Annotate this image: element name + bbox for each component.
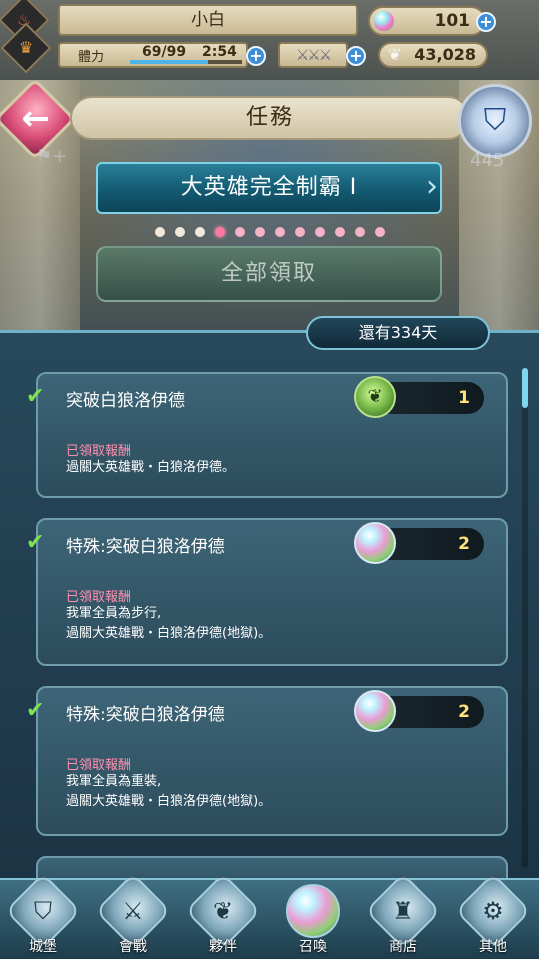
feather-counter: ❦ 43,028 (378, 42, 488, 68)
quest-card[interactable]: ✔ 特殊:突破白狼洛伊德 2 已領取報酬 我軍全員為步行, 過關大英雄戰・白狼洛… (26, 518, 508, 666)
page-dot[interactable] (314, 227, 325, 237)
page-dot[interactable] (214, 227, 225, 237)
quest-title: 特殊:突破白狼洛伊德 (66, 705, 225, 725)
quest-title: 突破白狼洛伊德 (66, 391, 185, 411)
page-title: 任務 (70, 96, 470, 140)
order-of-heroes-crest-icon: ⛉ (458, 84, 532, 158)
hero-badge-icon: ❦ (354, 376, 396, 418)
dueling-swords-icon: ⚔⚔⚔ (295, 46, 332, 64)
quest-description-line: 我軍全員為步行, (66, 606, 162, 621)
background-unit-icon: ⚑+ (36, 146, 68, 167)
stamina-label: 體力 (78, 50, 105, 65)
feather-icon: ❦ (388, 45, 402, 64)
page-dot[interactable] (274, 227, 285, 237)
quest-description: 我軍全員為步行, 過關大英雄戰・白狼洛伊德(地獄)。 (66, 604, 271, 644)
nav-battle[interactable]: ⚔ 會戰 (92, 872, 174, 959)
orb-icon (354, 690, 396, 732)
quest-card[interactable]: ✔ 突破白狼洛伊德 ❦ 1 已領取報酬 過關大英雄戰・白狼洛伊德。 (26, 372, 508, 498)
quest-description: 我軍全員為重裝, 過關大英雄戰・白狼洛伊德(地獄)。 (66, 772, 271, 812)
reward-count: 1 (458, 388, 470, 408)
quest-description-line: 我軍全員為重裝, (66, 774, 162, 789)
orb-icon (374, 11, 394, 31)
page-dot[interactable] (374, 227, 385, 237)
feather-count: 43,028 (414, 45, 476, 64)
bottom-navigation: ⛉ 城堡 ⚔ 會戰 ❦ 夥伴 召喚 ♜ 商店 ⚙ 其他 (0, 872, 539, 959)
stamina-bar (130, 60, 242, 64)
quest-reward: 2 (354, 690, 484, 732)
reward-count: 2 (458, 534, 470, 554)
nav-label: 商店 (389, 939, 417, 955)
stamina-fill (130, 60, 209, 64)
quest-title: 特殊:突破白狼洛伊德 (66, 537, 225, 557)
quest-reward: 2 (354, 522, 484, 564)
nav-allies[interactable]: ❦ 夥伴 (182, 872, 264, 959)
refill-swords-button[interactable]: + (346, 46, 366, 66)
quest-description-line: 過關大英雄戰・白狼洛伊德。 (66, 460, 236, 475)
claim-all-button[interactable]: 全部領取 (96, 246, 442, 302)
stamina-timer: 2:54 (202, 44, 237, 60)
buy-orbs-button[interactable]: + (476, 12, 496, 32)
page-dot[interactable] (294, 227, 305, 237)
page-dot[interactable] (194, 227, 205, 237)
orb-icon (354, 522, 396, 564)
nav-summon[interactable]: 召喚 (272, 880, 354, 959)
quest-description: 過關大英雄戰・白狼洛伊德。 (66, 458, 235, 478)
page-dot[interactable] (254, 227, 265, 237)
stamina-display: 體力 69/99 2:54 (58, 42, 248, 68)
quest-description-line: 過關大英雄戰・白狼洛伊德(地獄)。 (66, 794, 272, 809)
page-dot[interactable] (354, 227, 365, 237)
page-dot[interactable] (154, 227, 165, 237)
nav-misc[interactable]: ⚙ 其他 (452, 872, 534, 959)
checkmark-icon: ✔ (26, 698, 45, 723)
status-bar: ♨ ♛ 小白 101 + 體力 69/99 2:54 + ⚔⚔⚔ + ❦ 43,… (0, 0, 539, 80)
page-indicator (0, 222, 539, 237)
scrollbar-thumb[interactable] (522, 368, 528, 408)
orb-icon (286, 884, 340, 938)
reward-count: 2 (458, 702, 470, 722)
background-count: 445 (470, 150, 505, 171)
nav-label: 召喚 (299, 939, 327, 955)
days-remaining-badge: 還有334天 (306, 316, 490, 350)
quest-status: 已領取報酬 (66, 444, 132, 459)
page-dot[interactable] (334, 227, 345, 237)
checkmark-icon: ✔ (26, 530, 45, 555)
quest-card[interactable]: ✔ 特殊:突破白狼洛伊德 2 已領取報酬 我軍全員為重裝, 過關大英雄戰・白狼洛… (26, 686, 508, 836)
quest-description-line: 過關大英雄戰・白狼洛伊德(地獄)。 (66, 626, 272, 641)
refill-stamina-button[interactable]: + (246, 46, 266, 66)
category-next-button[interactable]: › (412, 168, 452, 208)
nav-castle[interactable]: ⛉ 城堡 (2, 872, 84, 959)
nav-shop[interactable]: ♜ 商店 (362, 872, 444, 959)
quest-status: 已領取報酬 (66, 590, 132, 605)
quest-reward: ❦ 1 (354, 376, 484, 418)
player-name[interactable]: 小白 (58, 4, 358, 36)
scrollbar[interactable] (522, 368, 528, 868)
orb-counter: 101 (368, 6, 486, 36)
nav-label: 會戰 (119, 939, 147, 955)
orb-count: 101 (434, 11, 471, 31)
page-dot[interactable] (174, 227, 185, 237)
page-dot[interactable] (234, 227, 245, 237)
nav-label: 夥伴 (209, 939, 237, 955)
checkmark-icon: ✔ (26, 384, 45, 409)
stamina-value: 69/99 (142, 44, 187, 60)
quest-category-title: 大英雄完全制霸 I (96, 162, 442, 214)
back-arrow-icon: ← (21, 98, 50, 139)
dueling-swords-display: ⚔⚔⚔ (278, 42, 348, 68)
quest-status: 已領取報酬 (66, 758, 132, 773)
nav-label: 城堡 (29, 939, 57, 955)
nav-label: 其他 (479, 939, 507, 955)
